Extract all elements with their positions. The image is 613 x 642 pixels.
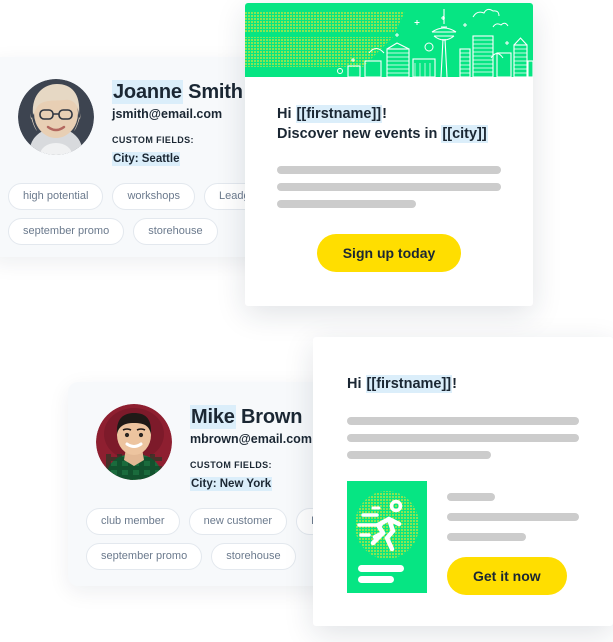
avatar-mike-brown-icon [96, 404, 172, 480]
custom-field-value: City: New York [190, 477, 273, 491]
email-subheading: Discover new events in [[city]] [277, 124, 501, 145]
promo-block: Get it now [347, 480, 579, 595]
get-it-now-button[interactable]: Get it now [447, 556, 567, 595]
custom-field-value: City: Seattle [112, 152, 181, 166]
tag[interactable]: club member [86, 508, 180, 535]
placeholder-bar [347, 450, 491, 459]
avatar [96, 404, 172, 480]
sign-up-today-button[interactable]: Sign up today [316, 234, 462, 273]
avatar [18, 79, 94, 155]
custom-fields-label: CUSTOM FIELDS: [190, 460, 272, 470]
placeholder-bar [277, 183, 501, 192]
promo-text-area: Get it now [447, 481, 579, 595]
greeting-prefix: Hi [347, 376, 366, 392]
placeholder-bar [277, 166, 501, 175]
contact-name-rest: Smith [182, 81, 243, 103]
placeholder-bar [447, 492, 495, 501]
placeholder-bar [347, 433, 579, 442]
email-preview-card-promo[interactable]: Hi [[firstname]]! Get it now [313, 337, 613, 626]
contact-info: Joanne Smith jsmith@email.com CUSTOM FIE… [112, 79, 243, 167]
tag[interactable]: high potential [8, 183, 104, 210]
running-person-illustration-icon [347, 480, 427, 593]
placeholder-bar [347, 416, 579, 425]
placeholder-bar [277, 200, 416, 209]
contact-name: Joanne Smith [112, 80, 243, 104]
contact-name: Mike Brown [190, 405, 312, 429]
tag[interactable]: september promo [8, 218, 125, 245]
email-body: Hi [[firstname]]! Discover new events in… [245, 105, 533, 273]
avatar-joanne-smith-icon [18, 79, 94, 155]
email-body-placeholder-bars [347, 416, 579, 459]
greeting-suffix: ! [452, 376, 457, 392]
tag[interactable]: workshops [112, 183, 196, 210]
tag[interactable]: new customer [188, 508, 288, 535]
subheading-prefix: Discover new events in [277, 125, 442, 142]
contact-email: mbrown@email.com [190, 432, 312, 446]
tag[interactable]: september promo [86, 543, 203, 570]
greeting-prefix: Hi [277, 106, 296, 122]
tag[interactable]: storehouse [133, 218, 218, 245]
tag[interactable]: storehouse [211, 543, 296, 570]
greeting-merge-token: [[firstname]] [295, 105, 383, 123]
contact-name-rest: Brown [235, 406, 303, 428]
email-body-placeholder-bars [277, 166, 501, 209]
subheading-merge-token: [[city]] [441, 124, 488, 143]
greeting-merge-token: [[firstname]] [365, 375, 453, 393]
placeholder-bar [447, 532, 527, 541]
contact-name-highlight: Joanne [112, 80, 183, 104]
contact-info: Mike Brown mbrown@email.com CUSTOM FIELD… [190, 404, 312, 492]
email-greeting: Hi [[firstname]]! [277, 105, 501, 125]
custom-fields-label: CUSTOM FIELDS: [112, 135, 194, 145]
contact-email: jsmith@email.com [112, 107, 223, 121]
email-body: Hi [[firstname]]! Get it now [313, 375, 613, 595]
seattle-skyline-illustration-icon [245, 3, 533, 77]
contact-name-highlight: Mike [190, 405, 236, 429]
greeting-suffix: ! [382, 106, 387, 122]
placeholder-bar [447, 512, 579, 521]
email-greeting: Hi [[firstname]]! [347, 375, 579, 395]
email-preview-card-events[interactable]: Hi [[firstname]]! Discover new events in… [245, 3, 533, 306]
